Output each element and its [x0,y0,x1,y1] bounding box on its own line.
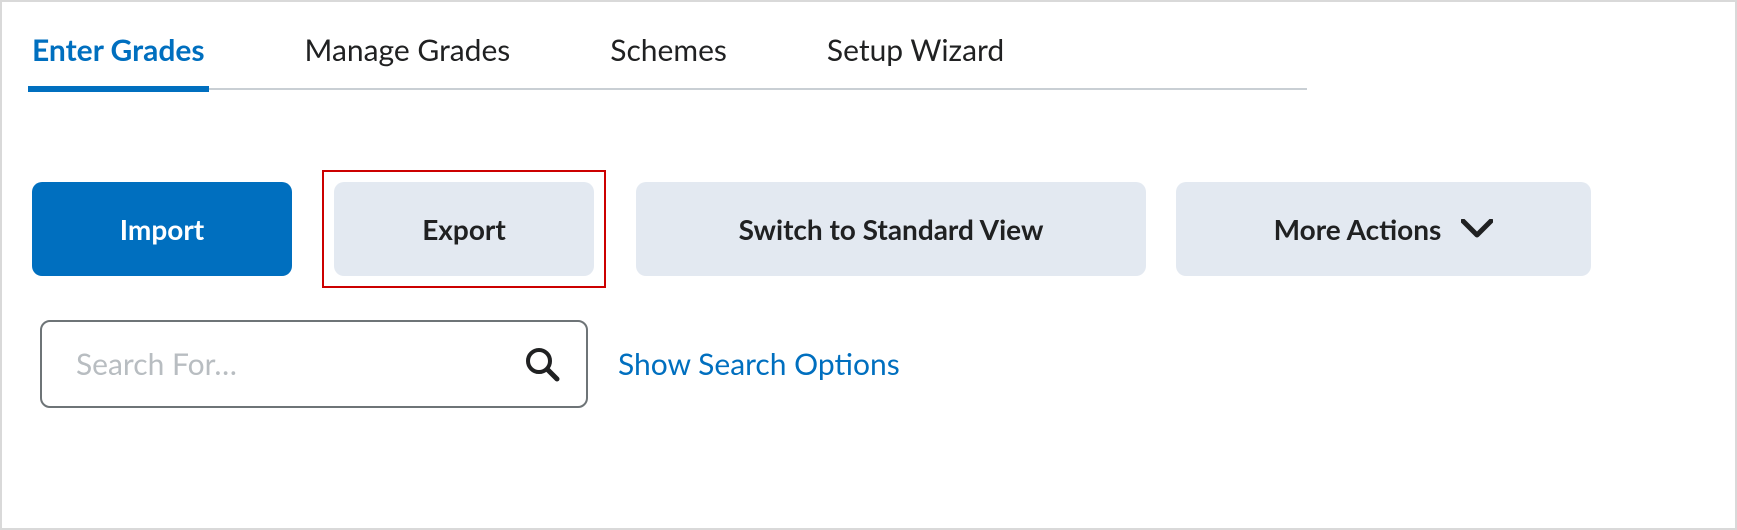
tab-bar: Enter Grades Manage Grades Schemes Setup… [2,2,1735,90]
tab-manage-grades[interactable]: Manage Grades [305,32,511,90]
toolbar: Import Export Switch to Standard View Mo… [2,90,1735,288]
switch-view-button[interactable]: Switch to Standard View [636,182,1146,276]
search-icon[interactable] [524,346,560,382]
tab-schemes[interactable]: Schemes [610,32,727,90]
export-highlight: Export [322,170,606,288]
export-button[interactable]: Export [334,182,594,276]
more-actions-label: More Actions [1274,212,1442,246]
more-actions-button[interactable]: More Actions [1176,182,1591,276]
search-input[interactable] [40,320,588,408]
import-button[interactable]: Import [32,182,292,276]
chevron-down-icon [1461,219,1493,239]
tab-enter-grades[interactable]: Enter Grades [32,32,205,90]
show-search-options-link[interactable]: Show Search Options [618,346,900,382]
search-row: Show Search Options [2,288,1735,408]
tab-setup-wizard[interactable]: Setup Wizard [827,32,1004,90]
search-container [40,320,588,408]
